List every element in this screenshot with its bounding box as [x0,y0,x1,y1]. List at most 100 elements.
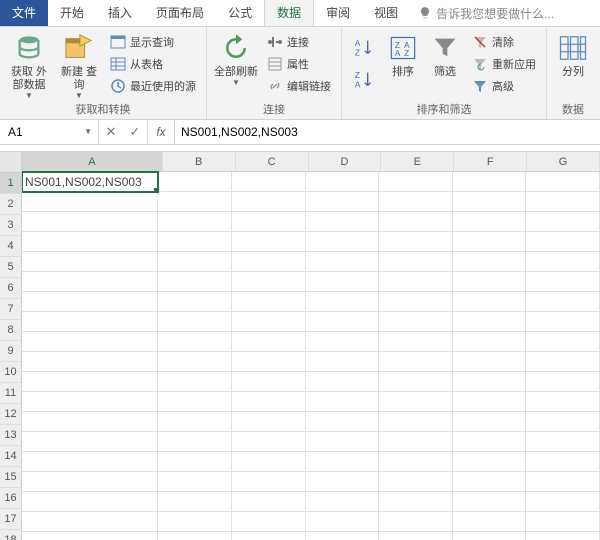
cell-F17[interactable] [453,492,527,512]
row-header-18[interactable]: 18 [0,530,22,540]
cell-C3[interactable] [232,212,306,232]
filter-button[interactable]: 筛选 [426,30,464,79]
cell-G14[interactable] [526,432,600,452]
cell-D13[interactable] [306,412,380,432]
recent-sources-button[interactable]: 最近使用的源 [106,76,200,96]
row-header-9[interactable]: 9 [0,341,22,362]
get-external-data-button[interactable]: 获取 外部数据 ▼ [6,30,52,100]
cell-F8[interactable] [453,312,527,332]
cell-E7[interactable] [379,292,453,312]
show-queries-button[interactable]: 显示查询 [106,32,200,52]
column-header-B[interactable]: B [163,152,236,172]
cell-D12[interactable] [306,392,380,412]
cell-F5[interactable] [453,252,527,272]
cell-A1[interactable]: NS001,NS002,NS003 [22,172,158,192]
cell-D9[interactable] [306,332,380,352]
cell-F14[interactable] [453,432,527,452]
select-all-corner[interactable] [0,152,22,173]
cell-C18[interactable] [232,512,306,532]
cell-D5[interactable] [306,252,380,272]
cell-E8[interactable] [379,312,453,332]
row-header-13[interactable]: 13 [0,425,22,446]
new-query-button[interactable]: 新建 查询 ▼ [56,30,102,100]
cell-D10[interactable] [306,352,380,372]
row-header-17[interactable]: 17 [0,509,22,530]
cell-C16[interactable] [232,472,306,492]
cell-C11[interactable] [232,372,306,392]
row-header-5[interactable]: 5 [0,257,22,278]
row-header-3[interactable]: 3 [0,215,22,236]
tab-formulas[interactable]: 公式 [216,0,264,26]
cell-B1[interactable] [158,172,232,192]
cell-A8[interactable] [22,312,158,332]
cell-G11[interactable] [526,372,600,392]
cell-C15[interactable] [232,452,306,472]
cell-F19[interactable] [453,532,527,540]
cell-D18[interactable] [306,512,380,532]
cell-B9[interactable] [158,332,232,352]
cell-F7[interactable] [453,292,527,312]
cell-D14[interactable] [306,432,380,452]
cell-G3[interactable] [526,212,600,232]
cell-C7[interactable] [232,292,306,312]
cell-E4[interactable] [379,232,453,252]
cell-G12[interactable] [526,392,600,412]
cell-D11[interactable] [306,372,380,392]
cell-G18[interactable] [526,512,600,532]
fx-label[interactable]: fx [148,120,175,144]
name-box[interactable]: ▼ [0,120,99,144]
cell-C14[interactable] [232,432,306,452]
cell-A16[interactable] [22,472,158,492]
cell-C5[interactable] [232,252,306,272]
cell-C8[interactable] [232,312,306,332]
cell-G16[interactable] [526,472,600,492]
cell-A4[interactable] [22,232,158,252]
cell-G15[interactable] [526,452,600,472]
column-header-D[interactable]: D [309,152,382,172]
row-header-11[interactable]: 11 [0,383,22,404]
cell-B16[interactable] [158,472,232,492]
text-to-columns-button[interactable]: 分列 [553,30,593,79]
cell-G9[interactable] [526,332,600,352]
cell-B10[interactable] [158,352,232,372]
cell-B14[interactable] [158,432,232,452]
cell-G4[interactable] [526,232,600,252]
cell-D6[interactable] [306,272,380,292]
cell-F18[interactable] [453,512,527,532]
cell-F11[interactable] [453,372,527,392]
properties-button[interactable]: 属性 [263,54,335,74]
cell-F16[interactable] [453,472,527,492]
cell-G8[interactable] [526,312,600,332]
cell-B12[interactable] [158,392,232,412]
refresh-all-button[interactable]: 全部刷新 ▼ [213,30,259,87]
cell-D7[interactable] [306,292,380,312]
cell-G17[interactable] [526,492,600,512]
cell-D15[interactable] [306,452,380,472]
edit-links-button[interactable]: 编辑链接 [263,76,335,96]
cell-G5[interactable] [526,252,600,272]
tab-data[interactable]: 数据 [264,0,314,26]
cell-F3[interactable] [453,212,527,232]
cell-E14[interactable] [379,432,453,452]
cell-C12[interactable] [232,392,306,412]
cell-E15[interactable] [379,452,453,472]
column-header-G[interactable]: G [527,152,600,172]
row-header-1[interactable]: 1 [0,173,22,194]
advanced-filter-button[interactable]: 高级 [468,76,540,96]
cell-E2[interactable] [379,192,453,212]
row-header-12[interactable]: 12 [0,404,22,425]
cell-D17[interactable] [306,492,380,512]
from-table-button[interactable]: 从表格 [106,54,200,74]
cell-B3[interactable] [158,212,232,232]
cell-A7[interactable] [22,292,158,312]
row-header-14[interactable]: 14 [0,446,22,467]
row-header-4[interactable]: 4 [0,236,22,257]
cancel-button[interactable]: ✕ [99,124,123,140]
clear-filter-button[interactable]: 清除 [468,32,540,52]
cell-E13[interactable] [379,412,453,432]
cell-E6[interactable] [379,272,453,292]
cell-E10[interactable] [379,352,453,372]
cell-B18[interactable] [158,512,232,532]
cell-E5[interactable] [379,252,453,272]
cell-G6[interactable] [526,272,600,292]
